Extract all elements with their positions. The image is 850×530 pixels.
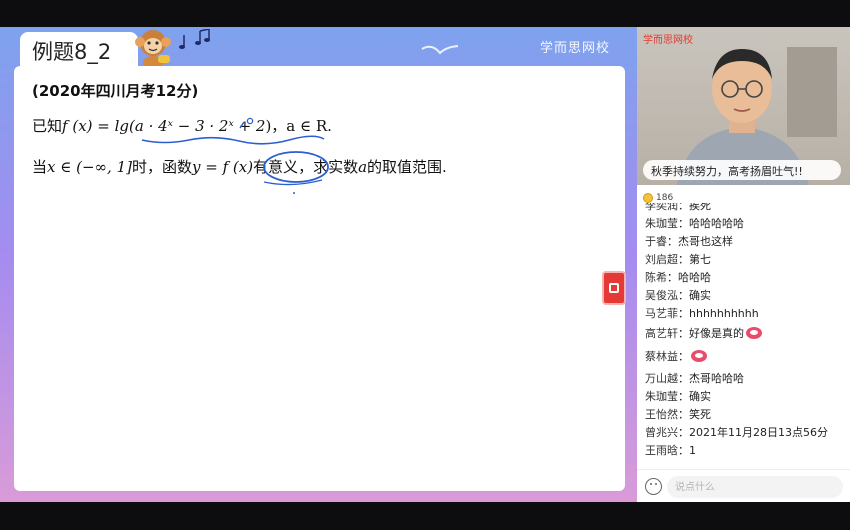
music-notes-icon: [179, 29, 210, 49]
chat-username: 朱珈莹: [645, 217, 678, 230]
chat-username: 朱珈莹: [645, 390, 678, 403]
chat-username: 吴俊泓: [645, 289, 678, 302]
problem-text: 已知: [32, 117, 63, 135]
teacher-video: 学而思网校 秋季持续努力，高考扬眉吐气!!: [637, 27, 850, 185]
domain-condition: )，a ∈ R.: [265, 117, 332, 135]
problem-text: 时，函数: [131, 158, 192, 176]
chat-message: 马艺菲： hhhhhhhhhh: [645, 306, 759, 321]
circled-keyword: 有意义: [253, 158, 299, 176]
brand-watermark: 学而思网校: [540, 41, 611, 56]
chat-username: 高艺轩: [645, 327, 678, 340]
chat-text: 笑死: [689, 408, 711, 421]
chat-text: 好像是真的: [689, 327, 744, 340]
lesson-area: 例题8_2 学而思网校 (2020年四川月考12分) 已知f (x) = lg(…: [0, 27, 637, 502]
chat-message: 朱珈莹：哈哈哈哈哈: [645, 217, 744, 230]
inner-expression: a · 4ˣ − 3 · 2ˣ + 2: [134, 117, 266, 135]
motivation-banner: 秋季持续努力，高考扬眉吐气!!: [643, 160, 841, 180]
chat-text: 确实: [689, 390, 711, 403]
chat-username: 王怡然: [645, 408, 678, 421]
chat-text: 1: [689, 443, 696, 457]
laughing-face-icon: [746, 327, 762, 339]
chat-message: 曾兆兴： 2021年11月28日13点56分: [645, 426, 828, 439]
chat-message: 高艺轩：好像是真的: [645, 325, 762, 341]
problem-text: ，求实数: [298, 158, 359, 176]
chat-message: 王怡然：笑死: [645, 408, 711, 421]
chat-username: 于睿: [645, 235, 667, 248]
chat-message: 王雨晗： 1: [645, 443, 696, 458]
emoji-picker-icon[interactable]: [645, 478, 662, 495]
chat-message: 刘启超：第七: [645, 253, 711, 266]
problem-text: 当: [32, 158, 48, 176]
problem-source: (2020年四川月考12分): [32, 82, 199, 100]
chat-text: 哈哈哈哈哈: [689, 217, 744, 230]
problem-line-2: 当x ∈ (−∞, 1]时，函数y = f (x)有意义，求实数a的取值范围.: [32, 156, 447, 177]
chat-input-bar: [637, 469, 850, 502]
variable-a: a: [358, 158, 368, 176]
problem-text: 的取值范围.: [367, 158, 447, 176]
problem-line-1: 已知f (x) = lg(a · 4ˣ − 3 · 2ˣ + 2)，a ∈ R.: [32, 115, 332, 136]
monkey-mascot-icon: [135, 30, 171, 70]
function-expression: y = f (x): [191, 158, 254, 176]
chat-username: 李奕润: [645, 203, 678, 212]
interval-condition: x ∈ (−∞, 1]: [47, 158, 132, 176]
chat-username: 刘启超: [645, 253, 678, 266]
chat-message: 蔡林益：: [645, 348, 707, 364]
laughing-face-icon: [691, 350, 707, 362]
chat-username: 陈希: [645, 271, 667, 284]
chat-text: 哈哈哈: [678, 271, 711, 284]
chat-text: 确实: [689, 289, 711, 302]
chat-text: 2021年11月28日13点56分: [689, 426, 828, 439]
chat-message: 朱珈莹：确实: [645, 390, 711, 403]
function-expression: f (x) = lg(: [62, 117, 135, 135]
chat-message: 陈希：哈哈哈: [645, 271, 711, 284]
chat-text: 第七: [689, 253, 711, 266]
chat-text: 挨死: [689, 203, 711, 212]
seagull-icon: [421, 45, 459, 55]
chat-message: 李奕润：挨死: [645, 203, 711, 213]
board-tool-button[interactable]: [602, 271, 626, 305]
chat-username: 蔡林益: [645, 350, 678, 363]
coin-count: 186: [656, 193, 674, 203]
coin-icon: [643, 193, 653, 203]
chat-text: 杰哥也这样: [678, 235, 733, 248]
chat-username: 曾兆兴: [645, 426, 678, 439]
whiteboard: (2020年四川月考12分) 已知f (x) = lg(a · 4ˣ − 3 ·…: [14, 66, 626, 491]
chat-message: 于睿：杰哥也这样: [645, 235, 733, 248]
chat-text: hhhhhhhhhh: [689, 306, 759, 320]
chat-text: 杰哥哈哈哈: [689, 372, 744, 385]
chat-message: 吴俊泓：确实: [645, 289, 711, 302]
chat-username: 马艺菲: [645, 307, 678, 320]
video-brand: 学而思网校: [643, 35, 693, 46]
right-panel: 学而思网校 秋季持续努力，高考扬眉吐气!! 186 李奕润：挨死 朱珈莹：哈哈哈…: [637, 27, 850, 502]
chat-input[interactable]: [667, 476, 843, 498]
chat-username: 万山越: [645, 372, 678, 385]
lesson-title: 例题8_2: [20, 32, 138, 66]
chat-username: 王雨晗: [645, 444, 678, 457]
chat-list: 李奕润：挨死 朱珈莹：哈哈哈哈哈 于睿：杰哥也这样 刘启超：第七 陈希：哈哈哈 …: [637, 203, 850, 465]
chat-message: 万山越：杰哥哈哈哈: [645, 372, 744, 385]
